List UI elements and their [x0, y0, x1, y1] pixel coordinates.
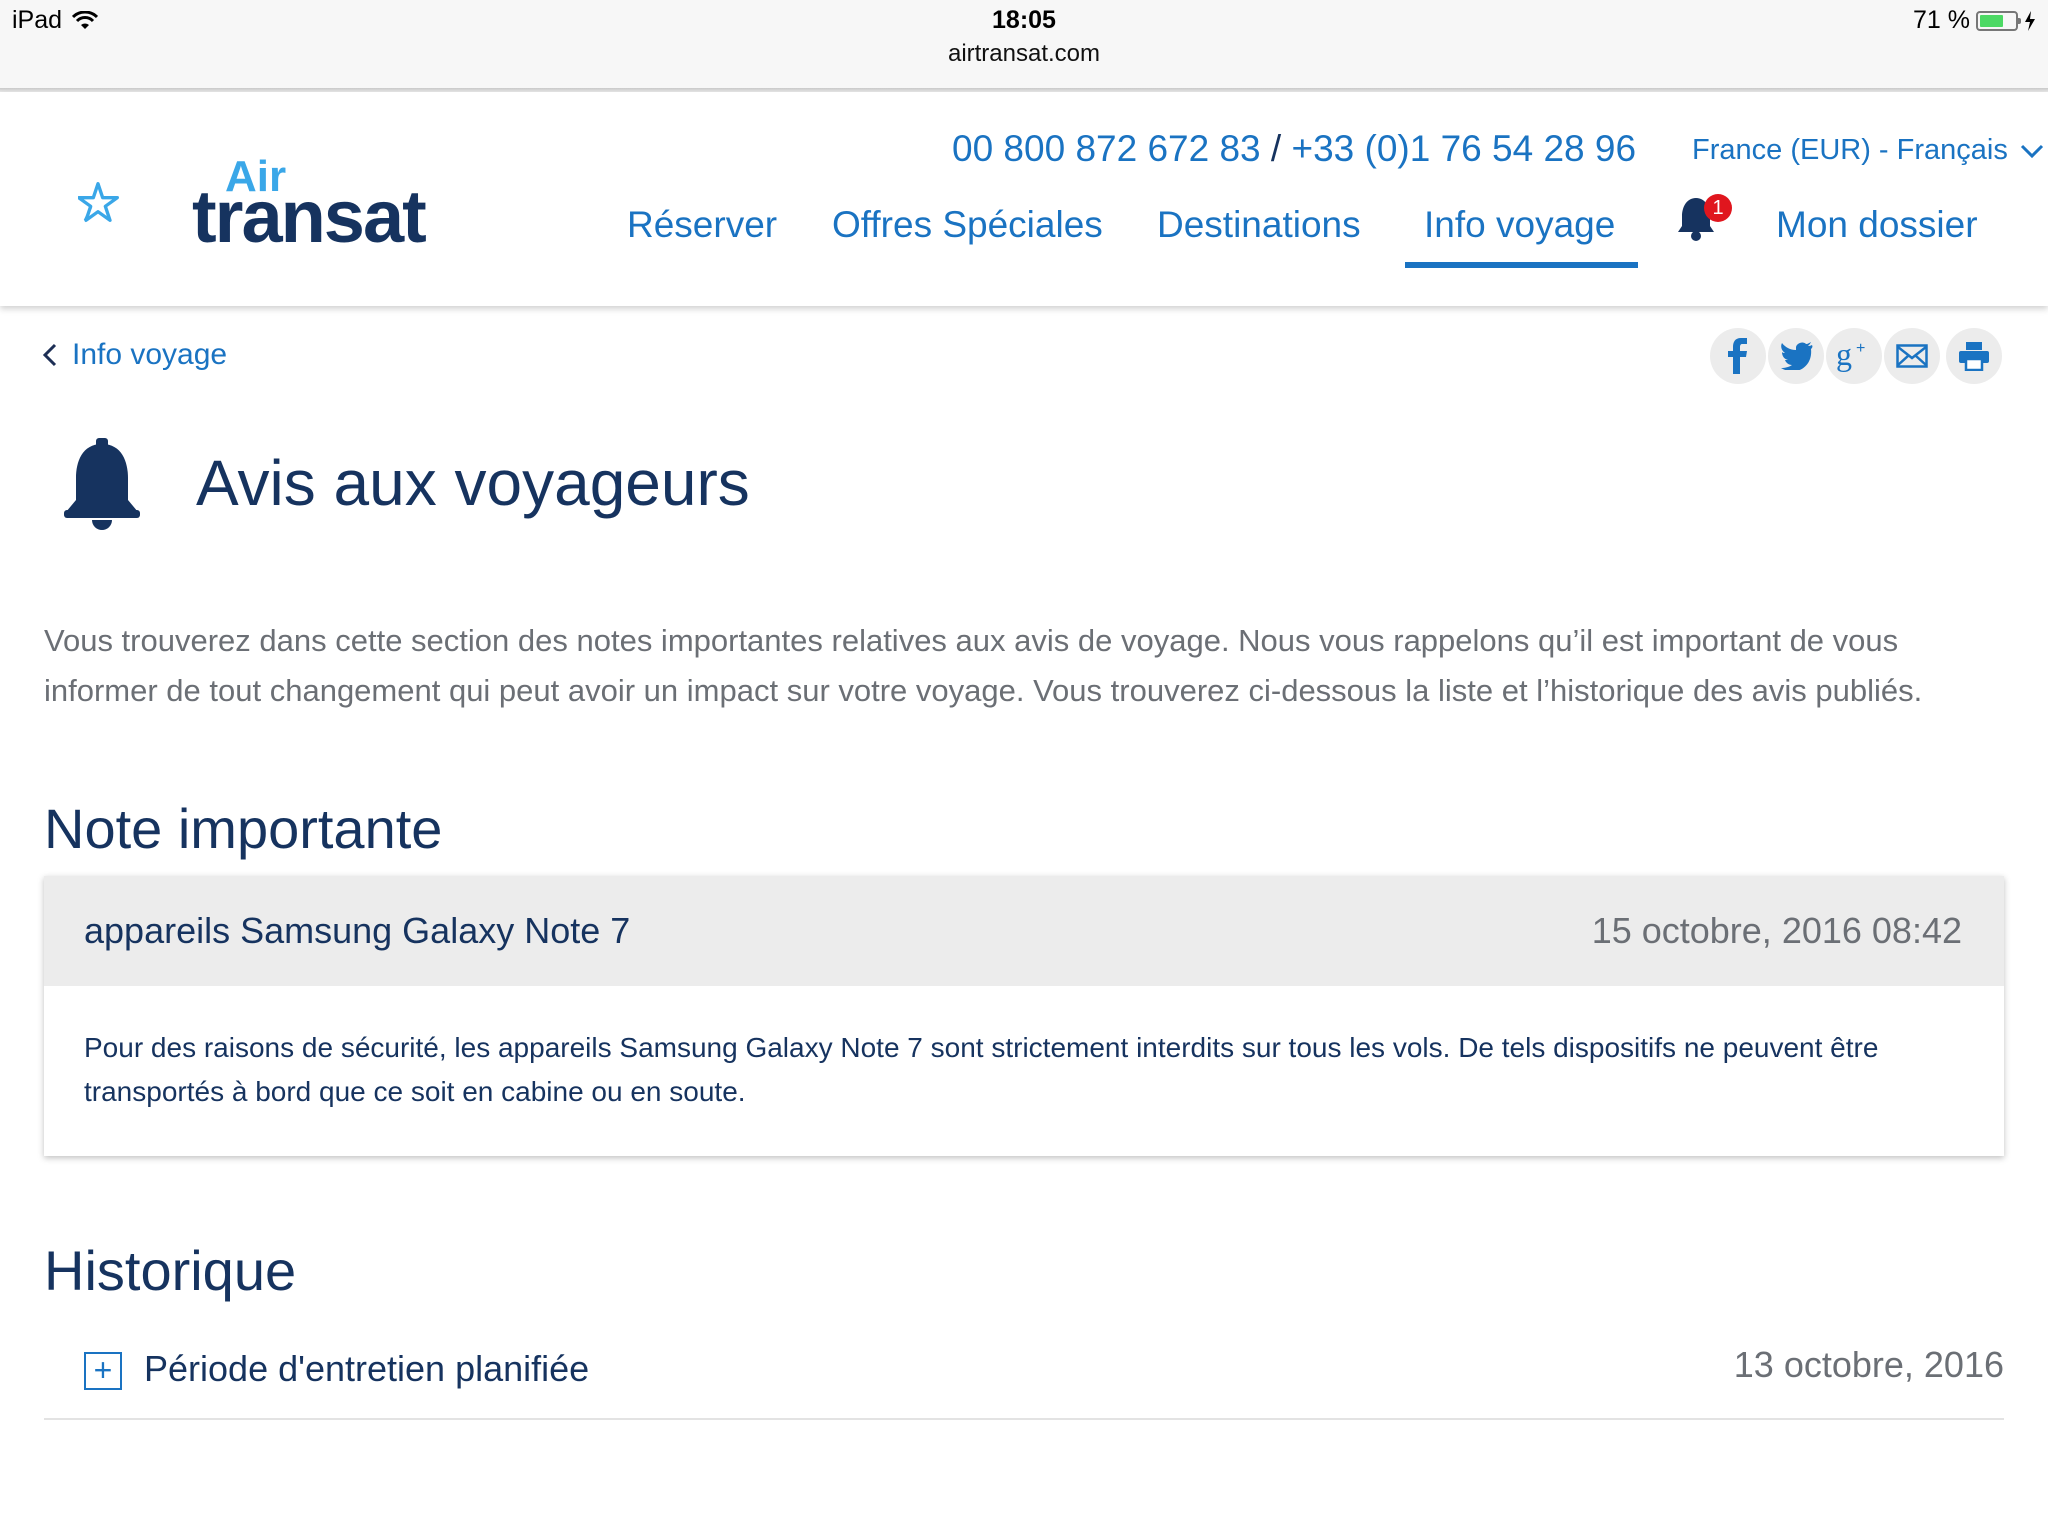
phone-link-1[interactable]: 00 800 872 672 83	[952, 128, 1261, 169]
chevron-down-icon	[2020, 144, 2043, 158]
status-right: 71 %	[1913, 6, 2036, 35]
expand-history-item-button[interactable]: +	[84, 1352, 122, 1390]
history-divider	[44, 1418, 2004, 1420]
history-item-title[interactable]: Période d'entretien planifiée	[144, 1348, 589, 1390]
page-title: Avis aux voyageurs	[196, 447, 750, 519]
note-card: appareils Samsung Galaxy Note 7 15 octob…	[44, 876, 2004, 1156]
battery-icon	[1976, 10, 2021, 31]
nav-active-indicator	[1405, 262, 1638, 268]
share-twitter-button[interactable]	[1768, 328, 1824, 384]
nav-destinations[interactable]: Destinations	[1157, 204, 1361, 246]
email-icon	[1896, 344, 1928, 368]
note-section-heading: Note importante	[44, 797, 443, 860]
notification-badge: 1	[1704, 194, 1732, 222]
battery-percent: 71 %	[1913, 6, 1970, 34]
history-item-date: 13 octobre, 2016	[1733, 1344, 2004, 1385]
language-selector[interactable]: France (EUR) - Français	[1692, 134, 2044, 167]
site-header: Air transat 00 800 872 672 83 / +33 (0)1…	[0, 92, 2048, 306]
note-date: 15 octobre, 2016 08:42	[1591, 910, 1962, 951]
logo-transat-text: transat	[192, 175, 427, 258]
intro-paragraph: Vous trouverez dans cette section des no…	[44, 623, 1923, 708]
language-label: France (EUR) - Français	[1692, 134, 2008, 166]
nav-offres-speciales[interactable]: Offres Spéciales	[832, 204, 1103, 246]
nav-info-voyage[interactable]: Info voyage	[1424, 204, 1615, 246]
share-facebook-button[interactable]	[1710, 328, 1766, 384]
clock: 18:05	[992, 6, 1056, 34]
svg-text:+: +	[1856, 340, 1865, 357]
nav-mon-dossier[interactable]: Mon dossier	[1776, 204, 1978, 246]
air-transat-star-logo-icon[interactable]	[78, 154, 198, 280]
bell-icon	[64, 438, 140, 530]
nav-reserver[interactable]: Réserver	[627, 204, 777, 246]
address-bar-url[interactable]: airtransat.com	[0, 40, 2048, 68]
google-plus-icon: g +	[1836, 339, 1865, 372]
note-body: Pour des raisons de sécurité, les appare…	[84, 1032, 1879, 1107]
ios-status-bar: iPad 18:05 airtransat.com 71 %	[0, 0, 2048, 92]
share-google-plus-button[interactable]: g +	[1826, 328, 1882, 384]
note-title: appareils Samsung Galaxy Note 7	[84, 910, 631, 951]
print-button[interactable]	[1946, 328, 2002, 384]
phone-link-2[interactable]: +33 (0)1 76 54 28 96	[1291, 128, 1636, 169]
phone-separator: /	[1270, 128, 1282, 169]
note-card-header: appareils Samsung Galaxy Note 7 15 octob…	[44, 876, 2004, 986]
phone-numbers: 00 800 872 672 83 / +33 (0)1 76 54 28 96	[952, 128, 1636, 170]
back-link-label: Info voyage	[72, 338, 228, 371]
share-email-button[interactable]	[1884, 328, 1940, 384]
back-link[interactable]: Info voyage	[42, 338, 227, 372]
charging-icon	[2025, 10, 2035, 31]
print-icon	[1959, 342, 1989, 371]
facebook-icon	[1728, 338, 1747, 374]
twitter-icon	[1781, 342, 1813, 370]
history-heading: Historique	[44, 1239, 297, 1302]
chevron-left-icon	[42, 343, 57, 367]
svg-text:g: g	[1836, 339, 1852, 372]
